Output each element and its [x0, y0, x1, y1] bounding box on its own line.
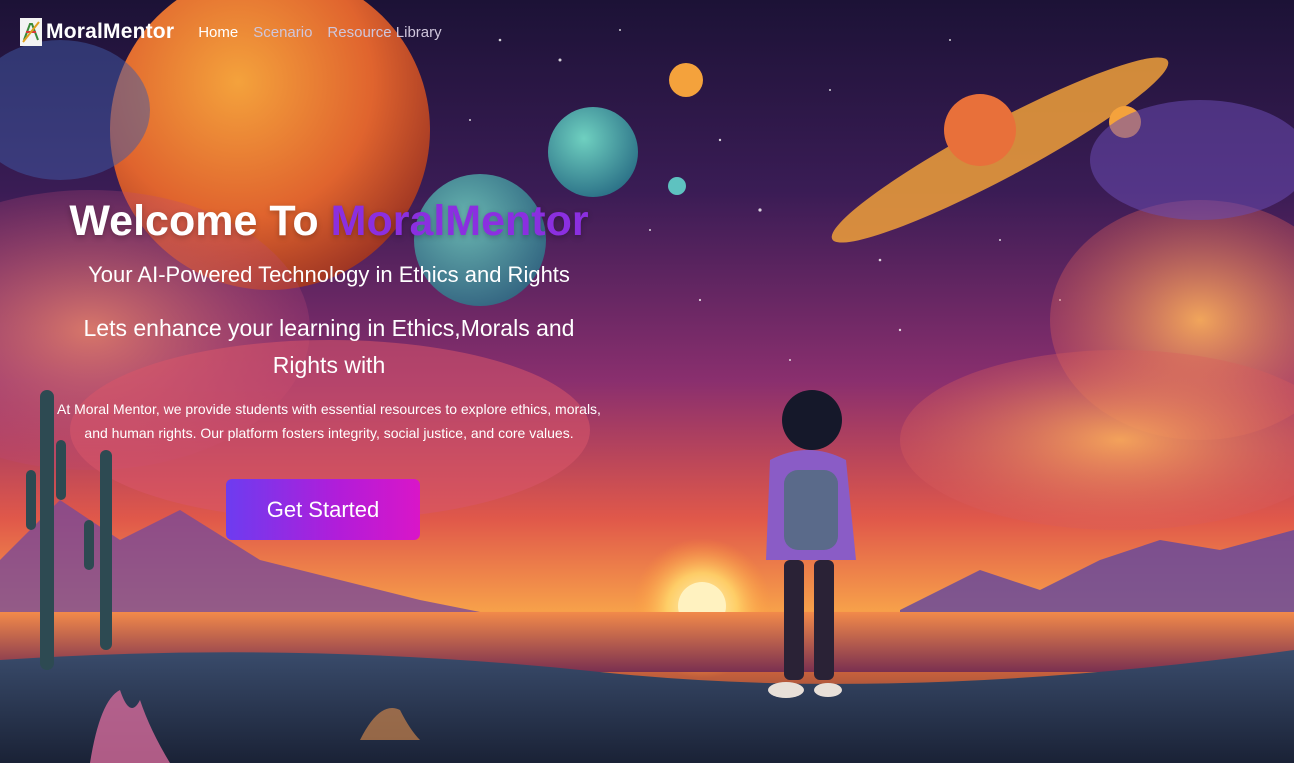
nav-links: Home Scenario Resource Library: [198, 24, 456, 41]
hero-tagline: Lets enhance your learning in Ethics,Mor…: [83, 315, 575, 378]
hero-description: At Moral Mentor, we provide students wit…: [57, 401, 601, 441]
nav-link-home[interactable]: Home: [198, 24, 238, 41]
top-navigation: MoralMentor Home Scenario Resource Libra…: [20, 16, 457, 48]
hero-subtitle: Your AI-Powered Technology in Ethics and…: [88, 262, 570, 287]
hero-title-accent: MoralMentor: [330, 197, 589, 245]
brand-name: MoralMentor: [46, 20, 175, 43]
get-started-button[interactable]: Get Started: [226, 479, 420, 540]
hero-title-prefix: Welcome To: [69, 197, 319, 245]
hero-title: Welcome To MoralMentor: [40, 192, 618, 250]
nav-link-resource-library[interactable]: Resource Library: [327, 24, 441, 41]
brand-logo[interactable]: MoralMentor: [20, 18, 174, 46]
nav-link-scenario[interactable]: Scenario: [253, 24, 312, 41]
scales-logo-icon: [20, 18, 42, 46]
hero-section: Welcome To MoralMentor Your AI-Powered T…: [40, 192, 618, 540]
page: MoralMentor Home Scenario Resource Libra…: [0, 0, 1294, 763]
